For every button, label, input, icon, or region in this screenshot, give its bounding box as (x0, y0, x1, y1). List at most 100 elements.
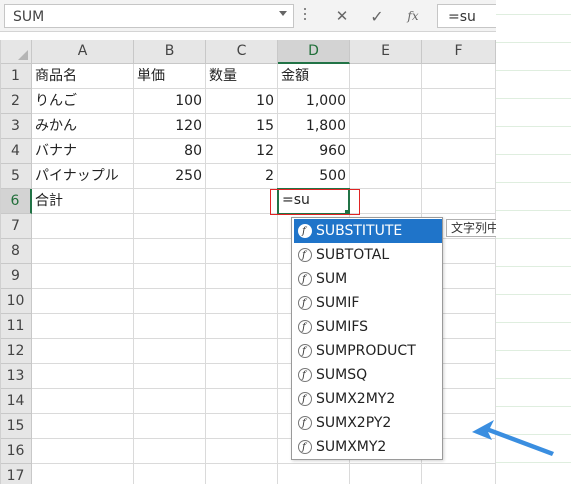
cell-c6[interactable] (206, 189, 278, 214)
cell-a6[interactable]: 合計 (32, 189, 134, 214)
cell-b15[interactable] (134, 414, 206, 439)
cell-b11[interactable] (134, 314, 206, 339)
row-header[interactable]: 5 (0, 164, 32, 189)
cell-c12[interactable] (206, 339, 278, 364)
cell-b2[interactable]: 100 (134, 89, 206, 114)
name-box[interactable]: SUM (4, 4, 294, 28)
function-autocomplete-list[interactable]: SUBSTITUTE SUBTOTAL SUM SUMIF SUMIFS SUM… (291, 217, 443, 460)
cell-a11[interactable] (32, 314, 134, 339)
row-header[interactable]: 1 (0, 64, 32, 89)
cell-b14[interactable] (134, 389, 206, 414)
cell-c16[interactable] (206, 439, 278, 464)
cell-d3[interactable]: 1,800 (278, 114, 350, 139)
cell-c14[interactable] (206, 389, 278, 414)
cell-a3[interactable]: みかん (32, 114, 134, 139)
row-header[interactable]: 12 (0, 339, 32, 364)
cell-b8[interactable] (134, 239, 206, 264)
autocomplete-item[interactable]: SUMSQ (294, 363, 442, 388)
cell-b12[interactable] (134, 339, 206, 364)
cell-c5[interactable]: 2 (206, 164, 278, 189)
cell-f4[interactable] (422, 139, 496, 164)
cell-d1[interactable]: 金額 (278, 64, 350, 89)
cell-a4[interactable]: バナナ (32, 139, 134, 164)
row-header[interactable]: 9 (0, 264, 32, 289)
row-header[interactable]: 16 (0, 439, 32, 464)
row-header[interactable]: 3 (0, 114, 32, 139)
cell-e1[interactable] (350, 64, 422, 89)
cell-a7[interactable] (32, 214, 134, 239)
formula-input[interactable]: =su (437, 4, 497, 28)
cell-a12[interactable] (32, 339, 134, 364)
autocomplete-item[interactable]: SUBSTITUTE (294, 219, 442, 244)
cell-c17[interactable] (206, 464, 278, 484)
cell-e6[interactable] (350, 189, 422, 214)
autocomplete-item[interactable]: SUMXMY2 (294, 435, 442, 460)
autocomplete-item[interactable]: SUMX2MY2 (294, 387, 442, 412)
cell-a2[interactable]: りんご (32, 89, 134, 114)
cell-f1[interactable] (422, 64, 496, 89)
cell-b13[interactable] (134, 364, 206, 389)
cell-b5[interactable]: 250 (134, 164, 206, 189)
row-header[interactable]: 10 (0, 289, 32, 314)
cell-f2[interactable] (422, 89, 496, 114)
cell-b3[interactable]: 120 (134, 114, 206, 139)
row-header[interactable]: 15 (0, 414, 32, 439)
cell-a15[interactable] (32, 414, 134, 439)
cell-f5[interactable] (422, 164, 496, 189)
cell-c13[interactable] (206, 364, 278, 389)
cell-c3[interactable]: 15 (206, 114, 278, 139)
chevron-down-icon[interactable] (279, 11, 287, 16)
cell-a13[interactable] (32, 364, 134, 389)
cell-d5[interactable]: 500 (278, 164, 350, 189)
row-header[interactable]: 17 (0, 464, 32, 484)
column-header-d[interactable]: D (278, 40, 350, 64)
cell-c15[interactable] (206, 414, 278, 439)
cell-c9[interactable] (206, 264, 278, 289)
cell-e3[interactable] (350, 114, 422, 139)
enter-button[interactable]: ✓ (362, 4, 392, 28)
cell-f6[interactable] (422, 189, 496, 214)
row-header[interactable]: 4 (0, 139, 32, 164)
cell-a17[interactable] (32, 464, 134, 484)
cell-b4[interactable]: 80 (134, 139, 206, 164)
cell-a16[interactable] (32, 439, 134, 464)
row-header[interactable]: 8 (0, 239, 32, 264)
autocomplete-item[interactable]: SUMIF (294, 291, 442, 316)
row-header[interactable]: 2 (0, 89, 32, 114)
autocomplete-item[interactable]: SUMIFS (294, 315, 442, 340)
cell-d17[interactable] (278, 464, 350, 484)
cell-a5[interactable]: パイナップル (32, 164, 134, 189)
row-header[interactable]: 14 (0, 389, 32, 414)
column-header-a[interactable]: A (32, 40, 134, 64)
cell-a1[interactable]: 商品名 (32, 64, 134, 89)
autocomplete-item[interactable]: SUMX2PY2 (294, 411, 442, 436)
cell-a9[interactable] (32, 264, 134, 289)
drag-handle-icon[interactable] (303, 8, 307, 22)
column-header-c[interactable]: C (206, 40, 278, 64)
column-header-b[interactable]: B (134, 40, 206, 64)
cell-c8[interactable] (206, 239, 278, 264)
cell-c2[interactable]: 10 (206, 89, 278, 114)
cell-c10[interactable] (206, 289, 278, 314)
autocomplete-item[interactable]: SUM (294, 267, 442, 292)
cell-a14[interactable] (32, 389, 134, 414)
cancel-button[interactable]: ✕ (327, 4, 357, 28)
cell-a10[interactable] (32, 289, 134, 314)
select-all-button[interactable] (0, 40, 32, 64)
cell-d4[interactable]: 960 (278, 139, 350, 164)
cell-c11[interactable] (206, 314, 278, 339)
row-header[interactable]: 13 (0, 364, 32, 389)
cell-b10[interactable] (134, 289, 206, 314)
row-header[interactable]: 6 (0, 189, 32, 214)
cell-c7[interactable] (206, 214, 278, 239)
row-header[interactable]: 11 (0, 314, 32, 339)
cell-b7[interactable] (134, 214, 206, 239)
row-header[interactable]: 7 (0, 214, 32, 239)
autocomplete-item[interactable]: SUBTOTAL (294, 243, 442, 268)
cell-f17[interactable] (422, 464, 496, 484)
cell-e2[interactable] (350, 89, 422, 114)
cell-e5[interactable] (350, 164, 422, 189)
cell-b6[interactable] (134, 189, 206, 214)
cell-f3[interactable] (422, 114, 496, 139)
cell-b17[interactable] (134, 464, 206, 484)
